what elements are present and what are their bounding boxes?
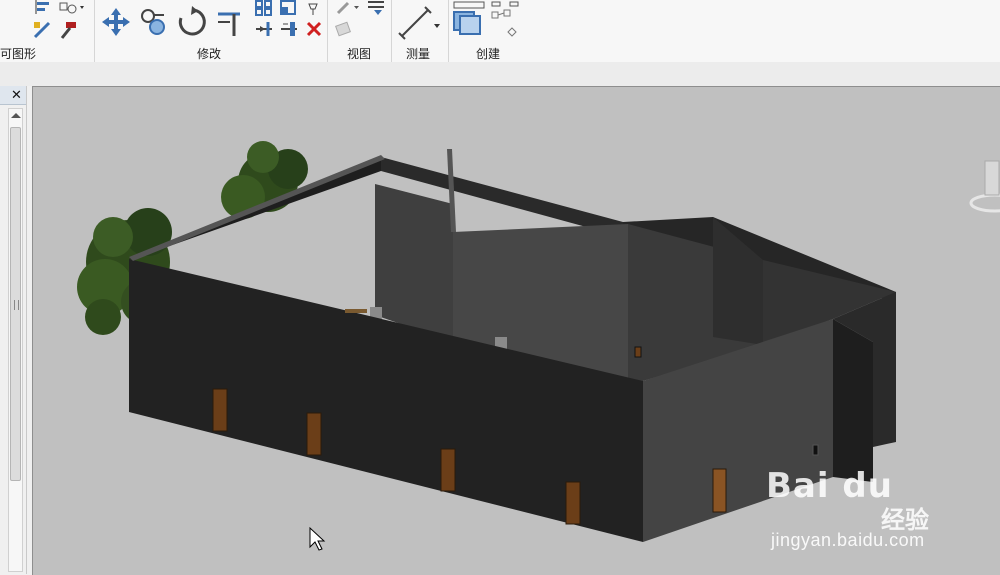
create-group-icon[interactable]	[452, 0, 488, 40]
watermark-logo: Bai du	[766, 466, 893, 506]
panel-separator	[391, 0, 392, 62]
door-5	[712, 468, 727, 513]
project-browser-panel: ✕	[0, 86, 27, 574]
delete-icon[interactable]	[305, 20, 323, 38]
door-4	[565, 481, 581, 525]
panel-separator	[94, 0, 95, 62]
scroll-up-icon[interactable]	[11, 113, 21, 118]
rotate-icon[interactable]	[176, 6, 208, 38]
ribbon: 可图形 修改 视图 测量 创建	[0, 0, 1000, 63]
panel-label-measure: 测量	[406, 47, 431, 61]
window-2	[812, 444, 819, 456]
copy-icon[interactable]	[58, 0, 86, 16]
pin-icon[interactable]	[305, 0, 323, 16]
trim-icon[interactable]	[214, 6, 246, 38]
bench	[345, 309, 367, 313]
hide-icon[interactable]	[334, 20, 354, 38]
viewcube-icon[interactable]	[969, 160, 1000, 213]
watermark-url: jingyan.baidu.com	[771, 530, 925, 550]
mouse-cursor-icon	[309, 526, 326, 551]
split-icon[interactable]	[255, 20, 273, 38]
door-1	[212, 388, 228, 432]
door-2	[306, 412, 322, 456]
right-wing-side	[833, 319, 873, 482]
pencil-icon[interactable]	[334, 0, 362, 16]
move-icon[interactable]	[100, 6, 132, 38]
scroll-thumb[interactable]	[10, 127, 21, 481]
measure-icon[interactable]	[398, 6, 442, 40]
door-3	[440, 448, 456, 492]
window-1	[634, 346, 642, 358]
scale-icon[interactable]	[280, 0, 298, 16]
match-properties-icon[interactable]	[32, 20, 54, 40]
array-icon[interactable]	[255, 0, 273, 16]
thin-lines-icon[interactable]	[366, 0, 388, 18]
demolish-icon[interactable]	[58, 20, 80, 40]
partition-wall-1	[375, 184, 453, 342]
panel-label-graphics: 可图形	[0, 47, 37, 61]
create-parts-icon[interactable]	[490, 0, 522, 40]
panel-separator	[448, 0, 449, 62]
browser-header: ✕	[0, 86, 26, 105]
baidu-watermark: Bai du 经验 jingyan.baidu.com	[766, 466, 956, 561]
panel-label-view: 视图	[347, 47, 372, 61]
split-gap-icon[interactable]	[280, 20, 298, 38]
panel-separator	[327, 0, 328, 62]
align-icon[interactable]	[34, 0, 54, 16]
scroll-grip-icon	[14, 300, 19, 310]
panel-label-create: 创建	[476, 47, 501, 61]
offset-icon[interactable]	[138, 6, 170, 38]
ribbon-gap	[0, 62, 1000, 86]
3d-viewport[interactable]: Bai du 经验 jingyan.baidu.com	[32, 86, 1000, 575]
browser-scrollbar[interactable]	[8, 108, 23, 572]
close-icon[interactable]: ✕	[11, 87, 22, 103]
panel-label-modify: 修改	[197, 47, 222, 61]
